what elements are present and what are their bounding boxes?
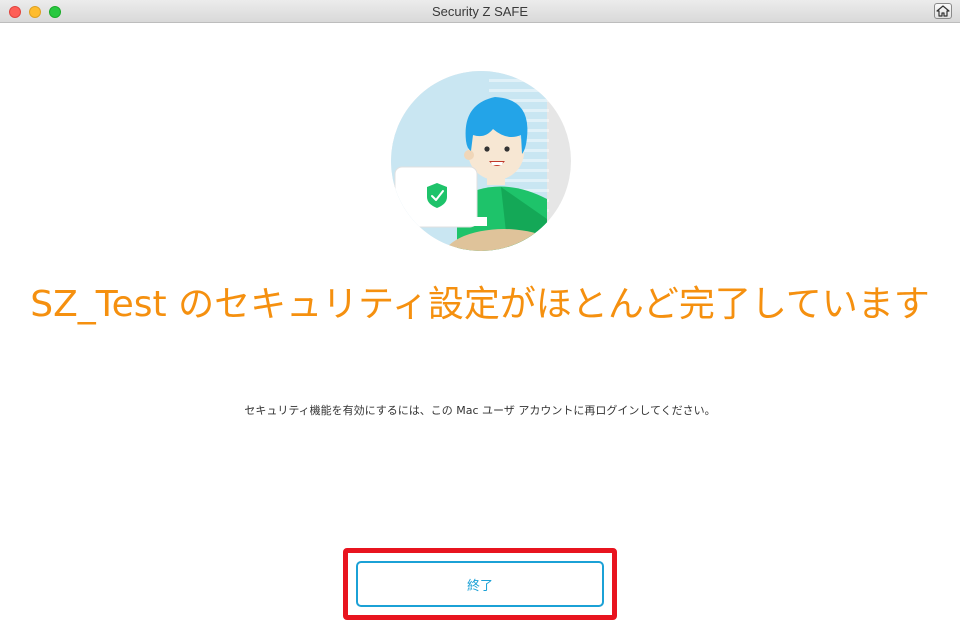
home-icon — [936, 5, 950, 17]
app-window: Security Z SAFE SZ_Test のセキュリティ設定がほとんど完了… — [0, 0, 960, 643]
title-bar: Security Z SAFE — [0, 0, 960, 23]
page-title: SZ_Test のセキュリティ設定がほとんど完了しています — [30, 284, 930, 325]
window-title: Security Z SAFE — [431, 4, 529, 19]
home-button[interactable] — [934, 3, 952, 19]
finish-button[interactable]: 終了 — [356, 561, 604, 607]
user-illustration — [391, 71, 571, 251]
relogin-message: セキュリティ機能を有効にするには、この Mac ユーザ アカウントに再ログインし… — [244, 404, 716, 417]
